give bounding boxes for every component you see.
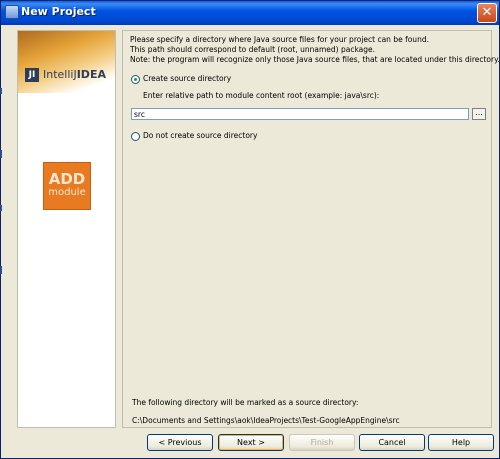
intellij-banner-image <box>18 31 115 93</box>
source-directory-panel: Please specify a directory where Java so… <box>122 30 499 428</box>
previous-button[interactable]: < Previous <box>147 434 213 451</box>
create-source-directory-radio[interactable] <box>131 75 140 84</box>
background-window-edge <box>0 88 2 94</box>
instructions-line-3: Note: the program will recognize only th… <box>130 55 500 64</box>
create-source-directory-label[interactable]: Create source directory <box>143 74 231 83</box>
instructions-line-2: This path should correspond to default (… <box>130 45 376 54</box>
logo-prefix: IntelliJ <box>43 68 77 81</box>
background-window-edge <box>0 266 2 274</box>
background-window-edge <box>0 205 2 211</box>
cancel-button[interactable]: Cancel <box>359 434 425 451</box>
relative-path-prompt: Enter relative path to module content ro… <box>143 91 380 100</box>
logo-suffix: IDEA <box>76 68 106 81</box>
add-module-icon: ADD module <box>43 162 91 210</box>
next-button[interactable]: Next > <box>218 434 284 451</box>
add-module-badge-bottom: module <box>48 187 86 198</box>
do-not-create-source-directory-radio[interactable] <box>131 132 140 141</box>
source-directory-footer-label: The following directory will be marked a… <box>132 398 359 407</box>
source-directory-footer-path: C:\Documents and Settings\aok\IdeaProjec… <box>132 416 400 425</box>
add-module-badge-top: ADD <box>48 170 86 188</box>
wizard-sidebar: JI IntelliJIDEA ADD module <box>17 30 116 428</box>
instructions: Please specify a directory where Java so… <box>130 35 500 65</box>
intellij-logo-text: IntelliJIDEA <box>43 68 106 81</box>
do-not-create-source-directory-label[interactable]: Do not create source directory <box>143 131 257 140</box>
dialog-content: JI IntelliJIDEA ADD module Please specif… <box>4 25 499 456</box>
finish-button[interactable]: Finish <box>289 434 355 451</box>
help-button[interactable]: Help <box>428 434 494 451</box>
window-icon <box>5 5 19 19</box>
window-title: New Project <box>21 5 96 18</box>
close-button[interactable]: ✕ <box>477 3 497 23</box>
new-project-dialog: New Project ✕ JI IntelliJIDEA ADD module… <box>0 0 500 459</box>
browse-button[interactable]: ... <box>472 108 486 120</box>
title-bar[interactable]: New Project ✕ <box>1 1 499 25</box>
source-path-input[interactable] <box>131 108 469 120</box>
instructions-line-1: Please specify a directory where Java so… <box>130 35 429 44</box>
background-window-edge <box>0 150 2 158</box>
intellij-logo-icon: JI <box>25 68 39 82</box>
